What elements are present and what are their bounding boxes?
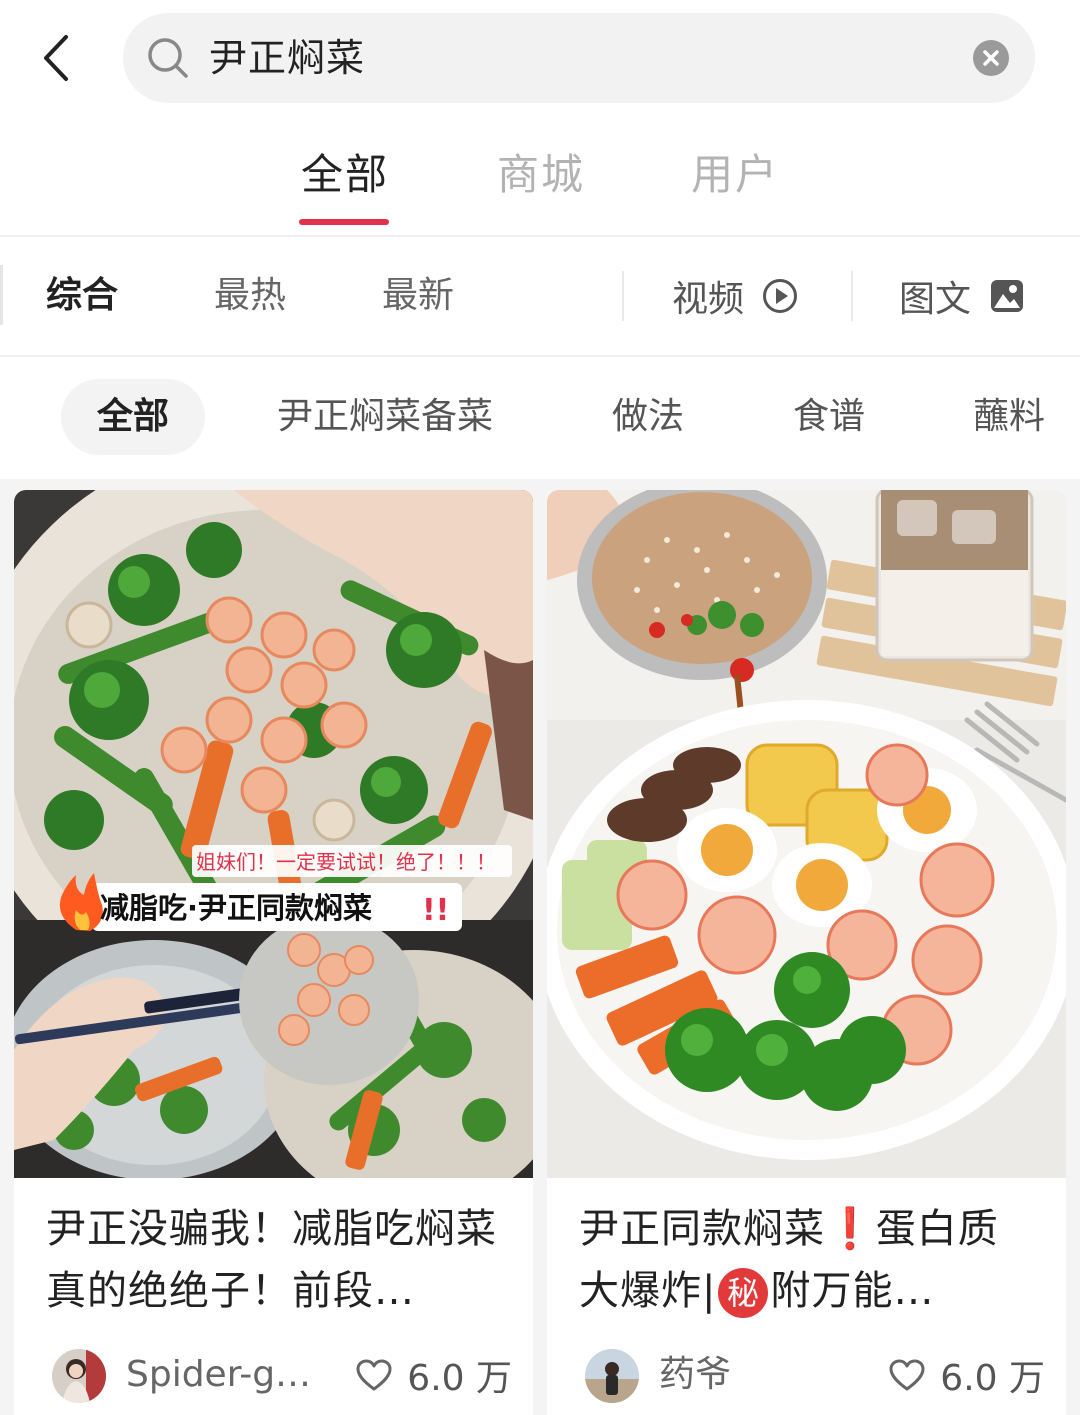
filter-video[interactable]: 视频	[672, 267, 798, 325]
sort-hottest[interactable]: 最热	[214, 267, 286, 325]
overlay-title: 减脂吃·尹正同款焖菜	[100, 891, 372, 925]
search-query: 尹正焖菜	[209, 36, 366, 80]
avatar[interactable]	[585, 1349, 639, 1403]
exclamation-mark: ❗	[825, 1206, 876, 1252]
note-title-part: 附万能…	[770, 1268, 935, 1314]
filter-chips: 全部 尹正焖菜备菜 做法 食谱 蘸料	[0, 357, 1080, 479]
like-button[interactable]: 6.0 万	[888, 1345, 1045, 1405]
heart-icon	[356, 1359, 392, 1391]
search-icon	[148, 38, 188, 78]
chevron-left-icon	[44, 35, 68, 81]
filter-image-text-label: 图文	[899, 279, 972, 320]
avatar[interactable]	[52, 1349, 106, 1403]
divider	[0, 265, 3, 325]
note-title[interactable]: 尹正同款焖菜❗蛋白质大爆炸| 秘附万能…	[579, 1198, 1039, 1322]
chip-prep[interactable]: 尹正焖菜备菜	[277, 379, 493, 455]
note-cover-image	[547, 490, 1066, 1178]
like-count: 6.0 万	[940, 1358, 1045, 1399]
sort-bar: 综合 最热 最新 视频 图文	[0, 237, 1080, 355]
filter-image-text[interactable]: 图文	[899, 267, 1025, 325]
back-button[interactable]	[30, 30, 80, 86]
note-cover-image: 姐妹们！一定要试试！绝了！！！ 减脂吃·尹正同款焖菜 !!	[14, 490, 533, 1178]
note-card[interactable]: 姐妹们！一定要试试！绝了！！！ 减脂吃·尹正同款焖菜 !! 尹正没骗我！减脂吃焖…	[14, 490, 533, 1415]
image-icon	[989, 278, 1025, 314]
top-bar: 尹正焖菜	[0, 0, 1080, 115]
chip-recipe[interactable]: 食谱	[793, 379, 865, 455]
overlay-title-mark: !!	[422, 893, 449, 928]
play-circle-icon	[762, 278, 798, 314]
clear-icon	[983, 50, 999, 66]
author-name[interactable]: 药爷	[659, 1345, 731, 1405]
divider	[851, 271, 853, 321]
like-button[interactable]: 6.0 万	[355, 1345, 512, 1405]
chip-method[interactable]: 做法	[612, 379, 684, 455]
search-input[interactable]: 尹正焖菜	[123, 13, 1035, 103]
secret-badge: 秘	[718, 1268, 769, 1318]
clear-search-button[interactable]	[973, 40, 1009, 76]
chip-sauce[interactable]: 蘸料	[973, 379, 1045, 455]
note-card[interactable]: 尹正同款焖菜❗蛋白质大爆炸| 秘附万能… 药爷 6.0 万	[547, 490, 1066, 1415]
sort-newest[interactable]: 最新	[382, 267, 454, 325]
like-count: 6.0 万	[407, 1358, 512, 1399]
note-meta: 药爷 6.0 万	[585, 1345, 1045, 1405]
note-title[interactable]: 尹正没骗我！减脂吃焖菜真的绝绝子！前段…	[46, 1198, 506, 1322]
author-name[interactable]: Spider-g…	[126, 1345, 311, 1405]
sort-comprehensive[interactable]: 综合	[46, 267, 118, 325]
divider	[622, 271, 624, 321]
tab-all[interactable]: 全部	[301, 145, 389, 205]
results-feed: 姐妹们！一定要试试！绝了！！！ 减脂吃·尹正同款焖菜 !! 尹正没骗我！减脂吃焖…	[0, 479, 1080, 1415]
active-tab-indicator	[299, 219, 389, 225]
heart-icon	[889, 1359, 925, 1391]
overlay-caption: 姐妹们！一定要试试！绝了！！！	[196, 850, 496, 874]
primary-tabs: 全部 商城 用户	[0, 115, 1080, 235]
filter-video-label: 视频	[672, 279, 745, 320]
note-meta: Spider-g… 6.0 万	[52, 1345, 512, 1405]
note-title-part: 尹正同款焖菜	[579, 1206, 825, 1252]
tab-users[interactable]: 用户	[691, 145, 779, 205]
chip-all[interactable]: 全部	[61, 379, 206, 455]
tab-mall[interactable]: 商城	[497, 145, 585, 205]
